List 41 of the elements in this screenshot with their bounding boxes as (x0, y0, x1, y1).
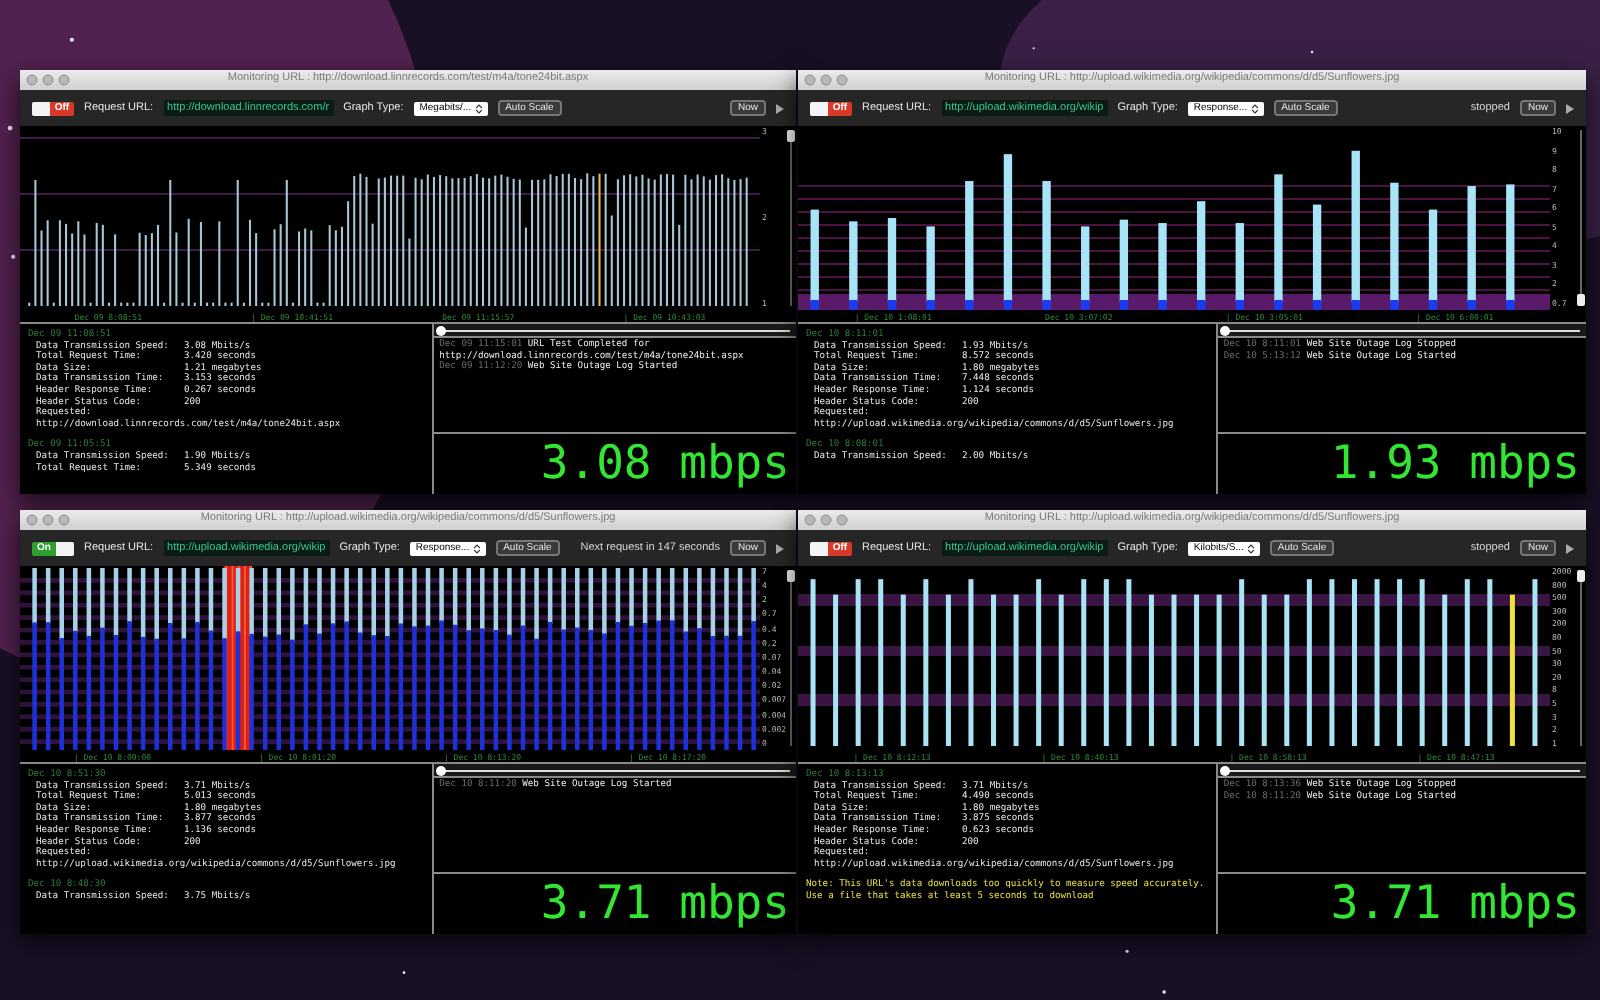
updown-caret-icon (1247, 543, 1254, 553)
zoom-scrollbar[interactable] (786, 566, 796, 750)
timeline-slider[interactable] (1223, 769, 1580, 771)
bar (926, 226, 935, 310)
speed-readout: 3.71 mbps (1330, 881, 1580, 927)
speed-readout: 3.71 mbps (540, 881, 790, 927)
play-icon[interactable] (1566, 103, 1574, 113)
bar (1312, 204, 1322, 310)
bar (1506, 184, 1515, 310)
speed-readout: 3.08 mbps (540, 441, 790, 487)
bar (849, 221, 858, 310)
bar (1197, 201, 1206, 310)
bar (1390, 182, 1399, 310)
play-icon[interactable] (776, 103, 784, 113)
bar (1467, 186, 1476, 310)
timeline-slider[interactable] (439, 329, 790, 331)
updown-caret-icon (475, 103, 482, 113)
slider-thumb[interactable] (1219, 325, 1230, 335)
slider-thumb[interactable] (435, 765, 446, 775)
bar (887, 218, 897, 310)
zoom-scrollbar[interactable] (1576, 126, 1586, 310)
bar (1158, 223, 1167, 310)
bar (965, 181, 974, 310)
updown-caret-icon (1251, 103, 1258, 113)
updown-caret-icon (473, 543, 480, 553)
zoom-scrollbar[interactable] (1576, 566, 1586, 750)
timeline-slider[interactable] (1223, 329, 1580, 331)
bar (1119, 219, 1129, 310)
bar (1235, 223, 1244, 310)
slider-thumb[interactable] (1219, 765, 1230, 775)
slider-thumb[interactable] (435, 325, 446, 335)
timeline-slider[interactable] (439, 769, 790, 771)
bar (1274, 174, 1283, 310)
speed-readout: 1.93 mbps (1330, 441, 1580, 487)
bar (1042, 181, 1051, 310)
bar (810, 209, 819, 310)
bar (1081, 226, 1090, 310)
play-icon[interactable] (1566, 543, 1574, 553)
bar (1428, 209, 1438, 310)
play-icon[interactable] (776, 543, 784, 553)
zoom-scrollbar[interactable] (786, 126, 796, 310)
